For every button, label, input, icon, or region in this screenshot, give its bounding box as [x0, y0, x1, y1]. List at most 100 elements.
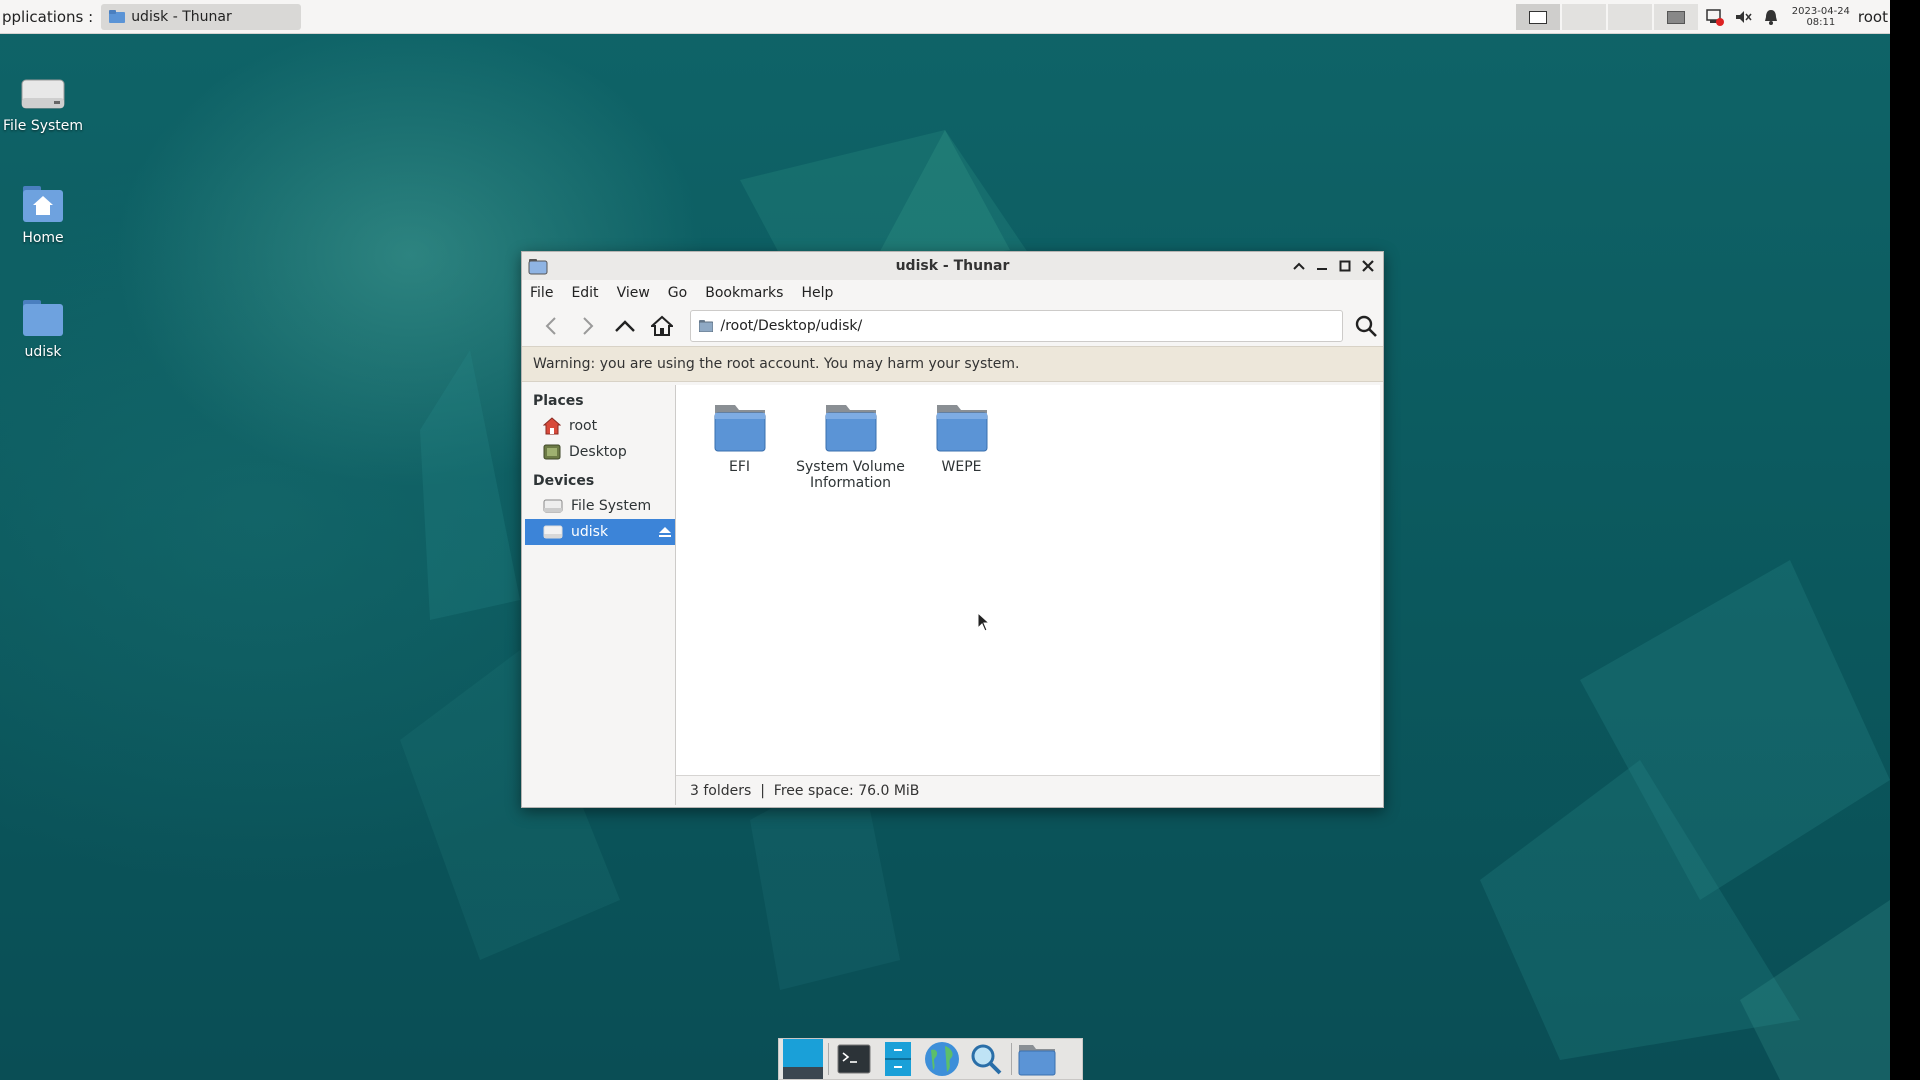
home-icon [543, 417, 561, 435]
cabinet-icon [885, 1042, 911, 1076]
clock-date: 2023-04-24 [1791, 6, 1850, 17]
menu-view[interactable]: View [617, 285, 650, 301]
file-item-efi[interactable]: EFI [684, 395, 795, 491]
menu-edit[interactable]: Edit [571, 285, 598, 301]
menu-file[interactable]: File [530, 285, 553, 301]
dock-separator [1011, 1043, 1012, 1075]
menu-go[interactable]: Go [668, 285, 687, 301]
sidebar-item-udisk[interactable]: udisk [525, 519, 675, 545]
window-titlebar[interactable]: udisk - Thunar [522, 252, 1383, 280]
status-text: 3 folders | Free space: 76.0 MiB [690, 782, 920, 799]
folder-icon [0, 286, 91, 338]
location-path: /root/Desktop/udisk/ [720, 318, 863, 334]
file-name: EFI [728, 459, 751, 475]
sidebar: Places root Desktop Devices File System … [525, 385, 676, 805]
dock-app-finder[interactable] [964, 1039, 1008, 1079]
toolbar: /root/Desktop/udisk/ [522, 306, 1383, 346]
terminal-icon [837, 1044, 871, 1074]
arrow-up-icon [614, 320, 635, 332]
folder-icon [698, 320, 713, 332]
desktop-icon-udisk[interactable]: udisk [0, 286, 91, 360]
sidebar-item-desktop[interactable]: Desktop [525, 439, 675, 465]
workspace-4[interactable] [1653, 4, 1698, 30]
back-button[interactable] [534, 309, 568, 343]
clock[interactable]: 2023-04-24 08:11 [1792, 6, 1850, 28]
forward-button[interactable] [571, 309, 605, 343]
close-button[interactable] [1358, 256, 1377, 275]
sidebar-item-label: udisk [571, 524, 609, 540]
sidebar-item-label: File System [571, 498, 652, 514]
file-item-wepe[interactable]: WEPE [906, 395, 1017, 491]
menu-help[interactable]: Help [801, 285, 833, 301]
home-button[interactable] [645, 309, 679, 343]
workspace-3[interactable] [1607, 4, 1652, 30]
drive-icon [0, 60, 91, 112]
window-controls [1289, 256, 1377, 275]
folder-icon [823, 395, 879, 453]
desktop-icon-file-system[interactable]: File System [0, 60, 91, 134]
home-icon [650, 315, 673, 336]
workspace-2[interactable] [1561, 4, 1606, 30]
dock-show-desktop[interactable] [781, 1039, 825, 1079]
file-view[interactable]: EFI System Volume Information WEPE 3 fol… [676, 385, 1380, 805]
show-desktop-icon [783, 1039, 823, 1079]
thunar-window: udisk - Thunar File Edit View Go Bookmar… [521, 251, 1384, 808]
search-button[interactable] [1349, 309, 1383, 343]
status-bar: 3 folders | Free space: 76.0 MiB [676, 775, 1380, 805]
system-tray: 2023-04-24 08:11 root [1515, 0, 1890, 34]
top-panel: pplications : udisk - Thunar 2023-04-24 … [0, 0, 1890, 34]
desktop-icon-home[interactable]: Home [0, 172, 91, 246]
user-menu[interactable]: root [1858, 8, 1888, 26]
parent-folder-button[interactable] [608, 309, 642, 343]
sidebar-item-root[interactable]: root [525, 413, 675, 439]
folder-icon [712, 395, 768, 453]
folder-icon [1018, 1045, 1056, 1076]
dock-file-manager[interactable] [876, 1039, 920, 1079]
volume-muted-icon[interactable] [1730, 4, 1756, 30]
drive-icon [543, 525, 563, 539]
folder-icon [934, 395, 990, 453]
file-item-system-volume-information[interactable]: System Volume Information [795, 395, 906, 491]
desktop-icon-label: File System [2, 118, 84, 134]
dock-web-browser[interactable] [920, 1039, 964, 1079]
dock [778, 1038, 1083, 1080]
sidebar-heading-devices: Devices [533, 473, 595, 489]
arrow-left-icon [545, 317, 556, 335]
root-warning-bar: Warning: you are using the root account.… [522, 346, 1383, 382]
location-bar[interactable]: /root/Desktop/udisk/ [689, 310, 1344, 342]
desktop-icon-label: Home [22, 230, 64, 246]
sidebar-item-label: root [569, 418, 598, 434]
workspace-1[interactable] [1515, 4, 1560, 30]
dock-terminal[interactable] [832, 1039, 876, 1079]
menu-bar: File Edit View Go Bookmarks Help [522, 280, 1383, 306]
screen-edge [1890, 0, 1920, 1080]
sidebar-item-label: Desktop [569, 444, 627, 460]
home-folder-icon [0, 172, 91, 224]
desktop-icon [543, 444, 561, 460]
mouse-cursor-icon [977, 612, 991, 632]
taskbar-window-button[interactable]: udisk - Thunar [101, 3, 302, 30]
minimize-button[interactable] [1312, 256, 1331, 275]
sidebar-heading-places: Places [533, 393, 584, 409]
applications-menu[interactable]: pplications : [0, 8, 95, 26]
notification-bell-icon[interactable] [1758, 4, 1784, 30]
file-name: WEPE [941, 459, 982, 475]
taskbar-window-title: udisk - Thunar [131, 8, 232, 25]
globe-icon [925, 1042, 959, 1076]
root-warning-text: Warning: you are using the root account.… [533, 356, 1020, 372]
dock-separator [828, 1043, 829, 1075]
window-content: Places root Desktop Devices File System … [525, 385, 1380, 805]
eject-icon[interactable] [658, 525, 672, 539]
arrow-right-icon [583, 317, 594, 335]
magnifier-icon [971, 1044, 1002, 1075]
desktop-icon-label: udisk [24, 344, 62, 360]
menu-bookmarks[interactable]: Bookmarks [705, 285, 783, 301]
search-icon [1355, 315, 1377, 337]
folder-icon [109, 10, 126, 23]
dock-home-folder[interactable] [1015, 1039, 1059, 1079]
drive-icon [543, 499, 563, 513]
sidebar-item-file-system[interactable]: File System [525, 493, 675, 519]
maximize-button[interactable] [1335, 256, 1354, 275]
shade-button[interactable] [1289, 256, 1308, 275]
network-icon[interactable] [1702, 4, 1728, 30]
